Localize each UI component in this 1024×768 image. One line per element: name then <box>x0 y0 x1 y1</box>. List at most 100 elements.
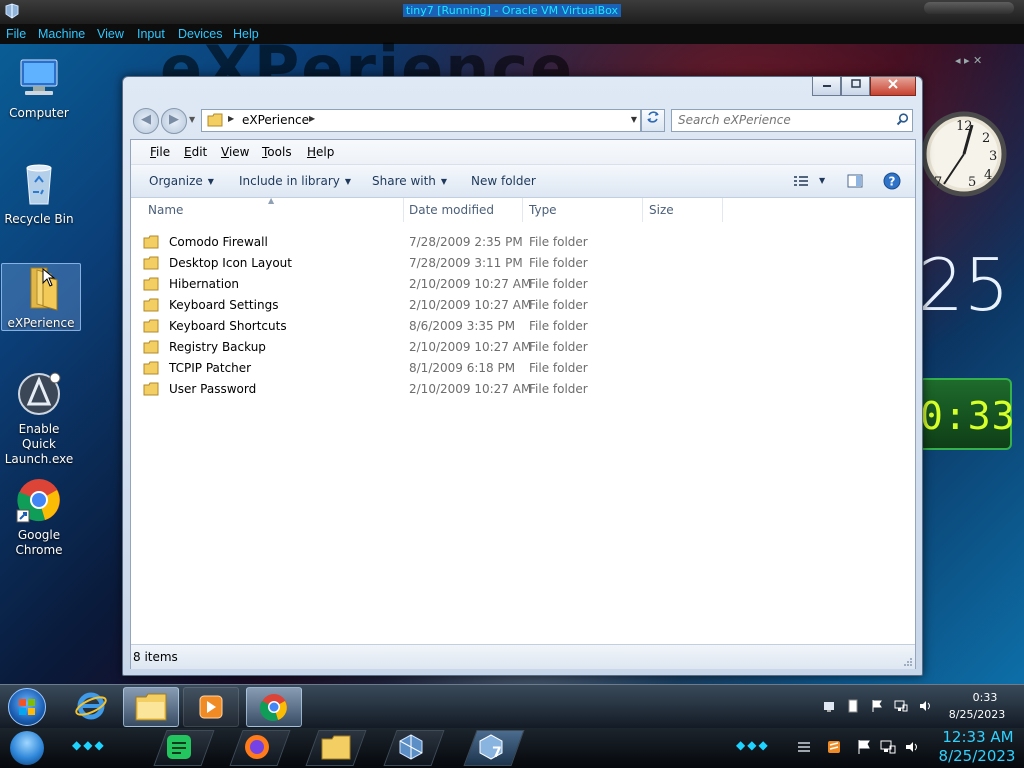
chrome-icon <box>16 479 60 523</box>
preview-pane-icon <box>847 174 863 188</box>
taskbar-clock-date[interactable]: 8/25/2023 <box>944 708 1010 721</box>
host-clock-date[interactable]: 8/25/2023 <box>932 747 1022 765</box>
menu-help[interactable]: Help <box>307 145 334 159</box>
computer-icon <box>20 59 58 95</box>
file-name: Keyboard Settings <box>169 298 279 312</box>
taskbar-clock-time[interactable]: 0:33 <box>960 691 1010 704</box>
refresh-button[interactable] <box>641 109 665 132</box>
chevron-down-icon[interactable]: ▼ <box>819 176 825 185</box>
organize-button[interactable]: Organize ▼ <box>149 174 214 188</box>
preview-pane-button[interactable] <box>847 173 863 192</box>
maximize-button[interactable] <box>841 77 870 96</box>
host-menu-view[interactable]: View <box>97 27 124 41</box>
keyboard-layout-icon[interactable] <box>796 739 812 755</box>
volume-icon[interactable] <box>904 739 920 755</box>
folder-icon <box>143 340 159 354</box>
folder-icon[interactable] <box>320 733 352 761</box>
network-tray-icon[interactable] <box>822 699 836 713</box>
host-titlebar: tiny7 [Running] - Oracle VM VirtualBox <box>0 0 1024 25</box>
file-row[interactable]: Comodo Firewall 7/28/2009 2:35 PM File f… <box>131 232 915 253</box>
file-row[interactable]: Registry Backup 2/10/2009 10:27 AM File … <box>131 337 915 358</box>
folder-icon <box>143 277 159 291</box>
analog-clock-gadget[interactable]: 12 2 3 4 5 7 <box>918 80 1008 198</box>
desktop-icon-label: Computer <box>9 106 69 120</box>
gadget-nav[interactable]: ◂ ▸ ✕ <box>955 54 982 67</box>
taskbar-media-player[interactable] <box>183 687 239 727</box>
breadcrumb-segment[interactable]: eXPerience <box>242 113 309 127</box>
chrome-icon <box>259 694 287 722</box>
network-status-icon[interactable] <box>894 699 908 713</box>
file-date: 2/10/2009 10:27 AM <box>409 298 532 312</box>
digital-clock-gadget[interactable]: 0:33 <box>918 378 1015 450</box>
guest-taskbar: 0:33 8/25/2023 <box>0 684 1024 729</box>
file-row[interactable]: Keyboard Shortcuts 8/6/2009 3:35 PM File… <box>131 316 915 337</box>
volume-icon[interactable] <box>918 699 932 713</box>
host-menu-file[interactable]: File <box>6 27 26 41</box>
file-row[interactable]: User Password 2/10/2009 10:27 AM File fo… <box>131 379 915 400</box>
help-button[interactable]: ? <box>883 172 901 193</box>
breadcrumb-separator-icon[interactable]: ▶ <box>228 114 234 123</box>
folder-icon <box>143 319 159 333</box>
desktop-icon-google-chrome[interactable]: Google Chrome <box>0 476 78 558</box>
forward-button[interactable]: ▶ <box>161 108 187 134</box>
column-header-type[interactable]: Type <box>523 198 643 222</box>
host-start-button[interactable] <box>10 731 44 765</box>
document-tray-icon[interactable] <box>846 699 860 713</box>
file-date: 2/10/2009 10:27 AM <box>409 340 532 354</box>
dock-decoration: ◆◆◆ <box>72 738 106 752</box>
close-button[interactable] <box>870 77 916 96</box>
file-row[interactable]: Keyboard Settings 2/10/2009 10:27 AM Fil… <box>131 295 915 316</box>
breadcrumb-separator-icon[interactable]: ▶ <box>309 114 315 123</box>
firefox-icon[interactable] <box>242 733 272 761</box>
guest-desktop: eXPerience Computer Recycle Bin eXPerien… <box>0 32 1024 684</box>
chevron-down-icon: ▼ <box>344 177 352 186</box>
network-status-icon[interactable] <box>880 739 896 755</box>
virtualbox-icon[interactable] <box>396 733 426 761</box>
menu-edit[interactable]: Edit <box>184 145 207 159</box>
host-clock-time[interactable]: 12:33 AM <box>938 728 1018 746</box>
menu-tools[interactable]: Tools <box>262 145 292 159</box>
action-center-flag-icon[interactable] <box>870 699 884 713</box>
recent-pages-dropdown[interactable]: ▼ <box>189 115 195 124</box>
folder-icon <box>143 382 159 396</box>
address-history-dropdown[interactable]: ▼ <box>631 115 637 124</box>
taskbar-windows-explorer[interactable] <box>123 687 179 727</box>
new-folder-button[interactable]: New folder <box>471 174 536 188</box>
menu-view[interactable]: View <box>221 145 249 159</box>
sublime-tray-icon[interactable] <box>826 739 842 755</box>
column-header-date-modified[interactable]: Date modified <box>403 198 523 222</box>
mouse-cursor-icon <box>42 268 56 287</box>
menu-file[interactable]: File <box>150 145 170 159</box>
file-row[interactable]: Hibernation 2/10/2009 10:27 AM File fold… <box>131 274 915 295</box>
change-view-button[interactable] <box>793 174 809 191</box>
desktop-icon-recycle-bin[interactable]: Recycle Bin <box>0 160 78 227</box>
search-box[interactable] <box>671 109 913 132</box>
column-header-size[interactable]: Size <box>643 198 723 222</box>
file-row[interactable]: TCPIP Patcher 8/1/2009 6:18 PM File fold… <box>131 358 915 379</box>
desktop-icon-enable-quick-launch[interactable]: Enable Quick Launch.exe <box>0 370 78 467</box>
include-in-library-button[interactable]: Include in library ▼ <box>239 174 351 188</box>
resize-grip-icon[interactable] <box>903 657 913 667</box>
explorer-window: ◀ ▶ ▼ ▶ eXPerience ▶ ▼ Search eXPerience… <box>122 76 923 676</box>
start-button[interactable] <box>8 688 46 726</box>
back-button[interactable]: ◀ <box>133 108 159 134</box>
details-view-icon <box>794 176 808 186</box>
desktop-icon-experience[interactable]: eXPerience <box>1 263 81 331</box>
search-input[interactable] <box>678 111 888 129</box>
column-header-name[interactable]: Name <box>142 198 404 222</box>
share-with-button[interactable]: Share with ▼ <box>372 174 447 188</box>
file-row[interactable]: Desktop Icon Layout 7/28/2009 3:11 PM Fi… <box>131 253 915 274</box>
taskbar-internet-explorer[interactable] <box>64 687 118 725</box>
notes-app-icon[interactable] <box>164 733 194 761</box>
taskbar-google-chrome[interactable] <box>246 687 302 727</box>
minimize-button[interactable] <box>812 77 841 96</box>
file-type: File folder <box>529 298 588 312</box>
action-center-flag-icon[interactable] <box>856 739 872 755</box>
file-type: File folder <box>529 340 588 354</box>
host-menu-machine[interactable]: Machine <box>38 27 85 41</box>
file-date: 7/28/2009 3:11 PM <box>409 256 523 270</box>
file-name: Comodo Firewall <box>169 235 268 249</box>
desktop-icon-computer[interactable]: Computer <box>0 54 78 121</box>
tiny7-vm-icon[interactable]: 7 <box>476 733 508 761</box>
address-bar[interactable]: ▶ eXPerience ▶ ▼ <box>201 109 641 132</box>
